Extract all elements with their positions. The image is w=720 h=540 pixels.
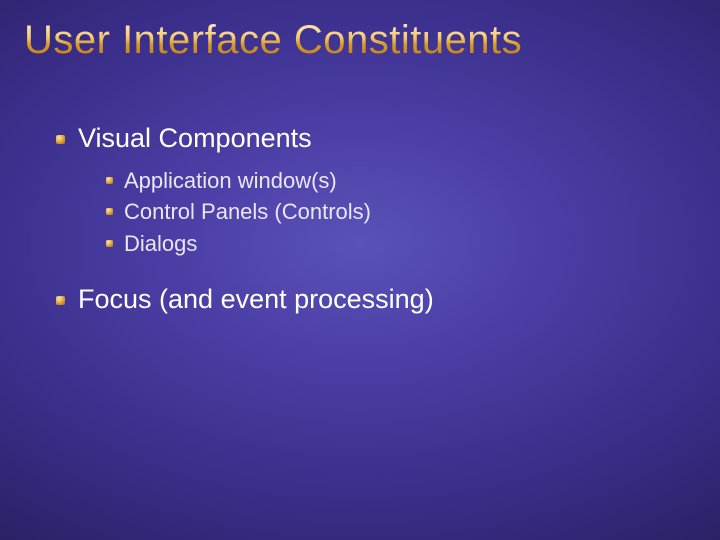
list-item: Control Panels (Controls) (106, 197, 696, 227)
list-item-label: Focus (and event processing) (78, 284, 434, 314)
list-item-label: Application window(s) (124, 168, 337, 193)
slide: User Interface Constituents Visual Compo… (0, 0, 720, 540)
list-item: Focus (and event processing) (56, 283, 696, 317)
list-item: Dialogs (106, 229, 696, 259)
bullet-list-level2: Application window(s) Control Panels (Co… (78, 166, 696, 259)
list-item: Application window(s) (106, 166, 696, 196)
list-item-label: Control Panels (Controls) (124, 199, 371, 224)
list-item-label: Dialogs (124, 231, 197, 256)
list-item: Visual Components Application window(s) … (56, 122, 696, 259)
bullet-list-level1: Visual Components Application window(s) … (24, 122, 696, 317)
slide-title: User Interface Constituents (24, 18, 522, 62)
list-item-label: Visual Components (78, 123, 312, 153)
